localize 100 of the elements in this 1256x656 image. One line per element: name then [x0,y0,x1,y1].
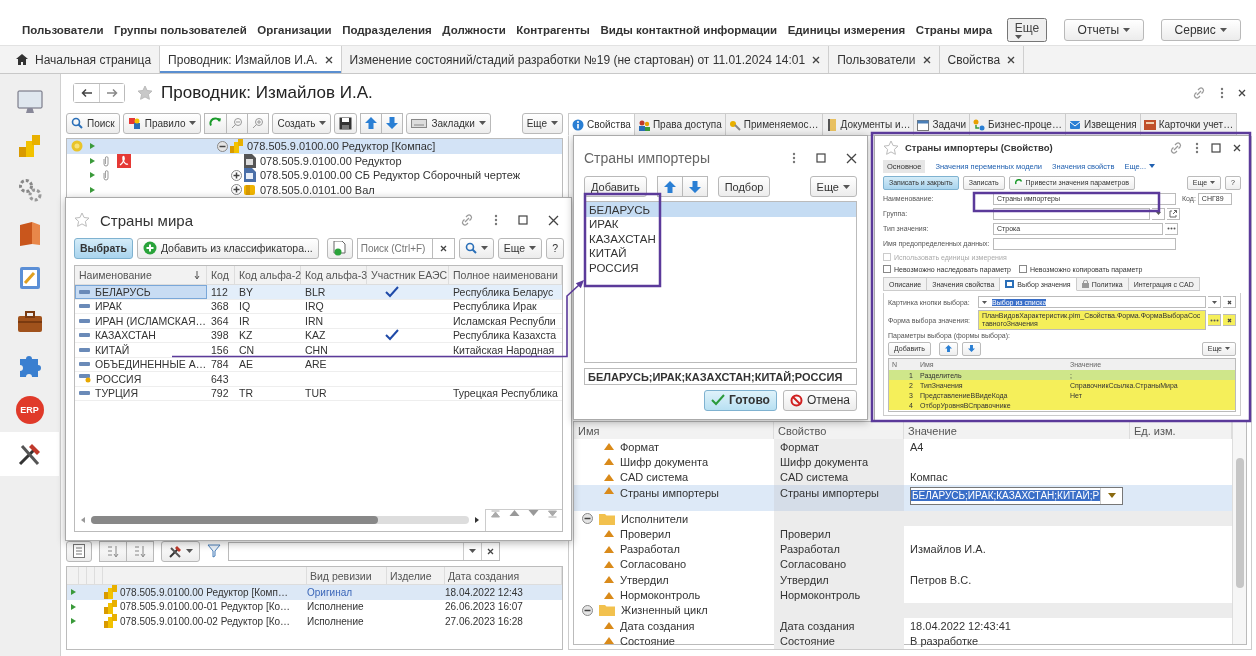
table-row[interactable]: 078.505.9.0100.00-01 Редуктор [Ко… Исполнение 26.06.2023 16:07 [67,599,562,614]
star-icon[interactable] [137,85,153,101]
list-item[interactable]: КИТАЙ [585,245,856,261]
expand-arrow-icon[interactable] [71,618,76,625]
table-row[interactable]: Нормоконтроль Нормоконтроль [574,587,1232,603]
search-menu-button[interactable] [458,237,494,259]
collapse-icon[interactable] [216,140,228,152]
more-icon[interactable] [1220,87,1224,99]
column-header[interactable]: Код альфа-2 [235,266,301,284]
collapse-icon[interactable] [582,513,593,525]
more-icon[interactable] [1195,141,1199,154]
tab[interactable]: Проводник: Измайлов И.А. [160,46,342,73]
link-icon[interactable] [1192,86,1206,100]
link-icon[interactable] [460,213,474,227]
tab[interactable]: Свойства [939,46,1025,73]
add-button[interactable]: Добавить [584,176,647,198]
column-header[interactable]: Участник ЕАЭС [367,266,449,284]
list-item[interactable]: КАЗАХСТАН [585,231,856,246]
column-header[interactable]: Значение [904,422,1130,439]
table-row[interactable]: ОБЪЕДИНЕННЫЕ А… 784 AE ARE [75,357,562,372]
table-row[interactable]: Проверил Проверил [574,526,1232,542]
menu-link[interactable]: Виды контактной информации [600,23,778,36]
tools-button[interactable] [161,540,200,562]
table-row[interactable]: ИРАК 368 IQ IRQ Республика Ирак [75,299,562,314]
bookmarks-button[interactable]: Закладки [406,112,491,134]
close-icon[interactable] [846,152,857,164]
close-icon[interactable] [1233,143,1241,152]
more-button[interactable]: Еще [497,237,543,259]
scroll-right-icon[interactable] [475,517,479,523]
table-row[interactable]: ИРАН (ИСЛАМСКАЯ… 364 IR IRN Исламская Республи [75,314,562,329]
close-icon[interactable] [324,55,333,64]
menu-link[interactable]: Должности [442,23,506,36]
column-header[interactable]: Вид ревизии [307,567,387,584]
table-row[interactable]: КИТАЙ 156 CN CHN Китайская Народная [75,343,562,358]
clear-button[interactable] [1223,296,1236,308]
menu-dropdown-button[interactable]: Отчеты [1063,18,1145,41]
close-icon[interactable] [812,55,821,64]
table-row[interactable]: ТУРЦИЯ 792 TR TUR Турецкая Республика [75,386,562,401]
list-item[interactable]: ИРАК [585,216,856,232]
close-icon[interactable] [1007,55,1016,64]
list-item[interactable]: РОССИЯ [585,260,856,275]
table-row[interactable]: Шифр документа Шифр документа [574,454,1232,470]
refresh-button[interactable] [204,112,228,134]
column-header[interactable]: Наименование [75,266,207,284]
zoom-out-button[interactable] [227,112,249,134]
copy-button[interactable] [326,237,353,259]
star-icon[interactable] [883,139,899,156]
rule-button[interactable]: Правило [122,112,202,134]
column-header[interactable]: Код альфа-3 [301,266,367,284]
column-header[interactable]: Код [207,266,235,284]
clear-button[interactable] [1223,314,1236,326]
select-button[interactable]: Выбрать [74,237,133,259]
maximize-icon[interactable] [518,215,528,225]
form-button[interactable] [66,540,92,562]
sort-descending-button[interactable] [127,540,154,562]
star-icon[interactable] [74,212,90,228]
maximize-icon[interactable] [1211,142,1221,153]
sidebar-section-button[interactable] [0,432,59,476]
search-field[interactable]: Поиск (Ctrl+F) [356,237,433,259]
expand-icon[interactable] [230,169,242,181]
table-row[interactable]: Дата создания Дата создания 18.04.2022 12:43:41 [574,617,1232,634]
search-button[interactable]: Поиск [66,112,120,134]
vertical-scrollbar[interactable] [1232,422,1246,644]
table-row[interactable]: Исполнители [574,510,1232,527]
pick-button[interactable]: Подбор [717,176,771,198]
done-button[interactable]: Готово [704,390,777,411]
tab[interactable]: Свойства [568,113,635,136]
filter-field[interactable] [228,541,500,561]
table-row[interactable]: КАЗАХСТАН 398 KZ KAZ Республика Казахста [75,328,562,343]
table-row[interactable]: Разработал Разработал Измайлов И.А. [574,541,1232,557]
table-row[interactable]: CAD система CAD система Компас [574,469,1232,485]
more-icon[interactable] [494,214,498,226]
close-icon[interactable] [548,214,559,226]
expand-icon[interactable] [230,184,242,196]
tree-row[interactable]: 078.505.9.0100.00 Редуктор [67,153,562,168]
help-button[interactable]: ? [546,237,564,259]
scroll-left-icon[interactable] [81,517,85,523]
input-field[interactable] [993,237,1176,250]
menu-link[interactable]: Контрагенты [516,23,590,36]
more-button[interactable]: Еще [521,112,563,134]
more-button[interactable]: Еще [809,176,857,198]
add-from-classifier-button[interactable]: Добавить из классификатора... [136,237,319,259]
menu-link[interactable]: Пользователи [22,23,104,36]
table-row[interactable]: Формат Формат A4 [574,439,1232,455]
move-down-button[interactable] [682,176,708,198]
tree-row[interactable]: 078.505.0.0101.00 Вал [67,182,562,197]
link-icon[interactable] [1169,140,1183,155]
zoom-in-button[interactable] [248,112,270,134]
table-row[interactable]: 078.505.9.0100.00 Редуктор [Комп… Оригинал 18.04.2022 12:43 [67,585,562,600]
tree-row[interactable]: 078.505.9.0100.00 СБ Редуктор Сборочный чертеж [67,168,562,183]
menu-link[interactable]: Единицы измерения [787,23,906,36]
close-icon[interactable] [922,55,931,64]
horizontal-scrollbar[interactable] [91,516,469,524]
table-row[interactable]: 078.505.9.0100.00-02 Редуктор [Ко… Исполнение 27.06.2023 16:28 [67,614,562,629]
menu-dropdown-button[interactable]: Сервис [1160,18,1241,41]
more-icon[interactable] [792,152,796,165]
value-field[interactable]: БЕЛАРУСЬ;ИРАК;КАЗАХСТАН;КИТАЙ;Р [910,486,1124,505]
move-up-button[interactable] [360,112,383,134]
save-button[interactable] [334,112,358,134]
table-row[interactable]: РОССИЯ 643 [75,372,562,387]
